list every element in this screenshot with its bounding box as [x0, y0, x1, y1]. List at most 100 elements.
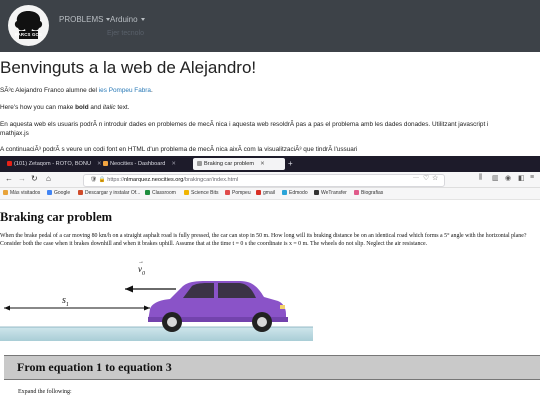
edmodo-icon	[282, 190, 287, 196]
library-icon[interactable]: ⫼	[479, 174, 482, 182]
nav-menu-arduino[interactable]: Arduino	[110, 15, 145, 24]
bookmark-item[interactable]: gmail	[256, 188, 275, 199]
bookmark-item[interactable]: Más visitados	[3, 188, 40, 199]
tab-label: Braking car problem	[204, 161, 255, 167]
account-icon[interactable]: ◉	[505, 174, 511, 182]
velocity-symbol: → v	[138, 259, 144, 274]
google-icon	[47, 190, 52, 196]
italic-text: italic	[102, 104, 116, 111]
car-braking-illustration	[0, 259, 313, 341]
site-logo[interactable]: PARCS GOS	[8, 5, 49, 46]
office-icon	[78, 190, 83, 196]
distance-label: s1	[62, 295, 69, 308]
expand-instruction: Expand the following:	[18, 389, 72, 395]
bookmark-label: Descargar y instalar Of...	[85, 190, 141, 196]
bookmark-label: Pompeu	[232, 190, 251, 196]
bookmark-label: Google	[54, 190, 71, 196]
back-icon[interactable]: ←	[5, 174, 13, 183]
bookmark-item[interactable]: Classroom	[145, 188, 176, 199]
intro-suffix: .	[150, 87, 153, 94]
bookmark-label: Más visitados	[10, 190, 41, 196]
embedded-page-content: Braking car problem When the brake pedal…	[0, 200, 540, 405]
bookmark-item[interactable]: Edmodo	[282, 188, 308, 199]
more-icon[interactable]: ···	[413, 175, 419, 181]
nav-menu-arduino-label: Arduino	[110, 15, 138, 24]
browser-tab-youtube[interactable]: (101) Zetaqom - ROTO, BONU ✕	[3, 158, 102, 170]
new-tab-button[interactable]: +	[288, 158, 293, 170]
tab-label: Neocities - Dashboard	[110, 161, 166, 167]
bookmark-item[interactable]: Pompeu	[225, 188, 251, 199]
velocity-label: → v0	[138, 259, 145, 277]
bookmarks-bar: Más visitados Google Descargar y instala…	[0, 188, 540, 200]
velocity-subscript: 0	[142, 270, 145, 277]
youtube-icon	[7, 161, 12, 167]
browser-tab-braking-car[interactable]: Braking car problem ✕	[193, 158, 285, 170]
browser-tab-neocities[interactable]: Neocities - Dashboard ✕	[99, 158, 191, 170]
howto-paragraph: Here's how you can make bold and italic …	[0, 104, 129, 113]
screenshot-icon[interactable]: ◧	[518, 174, 525, 182]
bookmark-label: Classroom	[152, 190, 176, 196]
bookmark-star-icon[interactable]: ☆	[432, 174, 438, 182]
pompeu-icon	[225, 190, 230, 196]
chevron-down-icon	[140, 18, 145, 22]
section-header: From equation 1 to equation 3	[4, 355, 540, 380]
sidebar-icon[interactable]: ▥	[492, 174, 499, 182]
tree-logo-icon	[8, 5, 49, 46]
embedded-browser-screenshot: (101) Zetaqom - ROTO, BONU ✕ Neocities - …	[0, 156, 540, 405]
description-line-2: mathjax.js	[0, 129, 29, 137]
bookmark-item[interactable]: WeTransfer	[314, 188, 347, 199]
howto-mid: and	[88, 104, 103, 111]
gear-icon	[3, 190, 8, 196]
forward-icon[interactable]: →	[18, 174, 26, 183]
description-paragraph: En aquesta web els usuaris podrÃ n intro…	[0, 121, 488, 138]
wetransfer-icon	[314, 190, 319, 196]
browser-toolbar: ← → ↻ ⌂ 🛡 🔒 https://nlmarquez.neocities.…	[0, 172, 540, 188]
logo-text: PARCS GOS	[14, 32, 43, 37]
menu-icon[interactable]: ≡	[530, 174, 534, 181]
home-icon[interactable]: ⌂	[46, 174, 51, 183]
description-line-1: En aquesta web els usuaris podrÃ n intro…	[0, 121, 489, 128]
problem-title: Braking car problem	[0, 210, 113, 224]
bookmark-label: Science Bits	[191, 190, 219, 196]
tab-label: (101) Zetaqom - ROTO, BONU	[14, 161, 91, 167]
browser-tab-bar: (101) Zetaqom - ROTO, BONU ✕ Neocities - …	[0, 156, 540, 172]
bookmark-item[interactable]: Descargar y instalar Of...	[78, 188, 140, 199]
bookmark-item[interactable]: Google	[47, 188, 70, 199]
bookmark-item[interactable]: Science Bits	[184, 188, 219, 199]
url-prefix: https://	[107, 177, 124, 183]
bookmark-label: WeTransfer	[321, 190, 347, 196]
nav-menu-problems-label: PROBLEMS	[59, 15, 104, 24]
intro-paragraph: SÃ³c Alejandro Franco alumne del ies Pom…	[0, 87, 153, 96]
lock-icon: 🔒	[98, 177, 106, 183]
biografias-icon	[354, 190, 359, 196]
pocket-icon[interactable]: ♡	[423, 174, 429, 182]
bookmark-item[interactable]: Biografias	[354, 188, 383, 199]
neocities-icon	[103, 161, 108, 167]
howto-suffix: text.	[115, 104, 130, 111]
reload-icon[interactable]: ↻	[31, 174, 38, 183]
problem-statement: When the brake pedal of a car moving 80 …	[0, 233, 527, 247]
page-icon	[197, 161, 202, 167]
url-path: /brakingcar/index.html	[183, 177, 239, 183]
url-host: nlmarquez.neocities.org	[124, 177, 184, 183]
page-title: Benvinguts a la web de Alejandro!	[0, 58, 257, 77]
vector-arrow-icon: →	[138, 259, 144, 265]
section-title: From equation 1 to equation 3	[17, 360, 172, 374]
address-bar[interactable]: 🛡 🔒 https://nlmarquez.neocities.org/brak…	[83, 174, 445, 187]
shield-icon: 🛡	[90, 177, 98, 183]
science-bits-icon	[184, 190, 189, 196]
bookmark-label: Edmodo	[289, 190, 308, 196]
gmail-icon	[256, 190, 261, 196]
velocity-letter: v	[138, 264, 142, 274]
bookmark-label: Biografias	[361, 190, 384, 196]
howto-prefix: Here's how you can make	[0, 104, 76, 111]
close-icon[interactable]: ✕	[260, 161, 265, 167]
nav-submenu-item[interactable]: Ejer tecnolo	[107, 30, 144, 37]
top-navbar: PARCS GOS PROBLEMS Arduino Ejer tecnolo	[0, 0, 540, 52]
nav-menu-problems[interactable]: PROBLEMS	[59, 15, 111, 24]
bold-text: bold	[75, 104, 89, 111]
bookmark-label: gmail	[263, 190, 275, 196]
close-icon[interactable]: ✕	[171, 161, 176, 167]
school-link[interactable]: ies Pompeu Fabra	[99, 87, 151, 94]
intro-text: SÃ³c Alejandro Franco alumne del	[0, 87, 99, 94]
